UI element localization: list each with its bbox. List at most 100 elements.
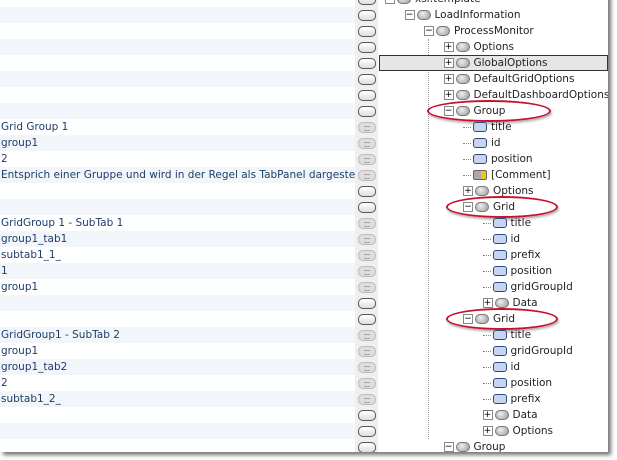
value-cell[interactable]: Entsprich einer Gruppe und wird in der R…	[0, 167, 355, 183]
expand-icon[interactable]: +	[463, 186, 473, 196]
tree-item[interactable]: prefix	[379, 391, 608, 407]
tree-item[interactable]: − xsl:template	[379, 0, 608, 7]
tree-item[interactable]: id	[379, 231, 608, 247]
tree-item[interactable]: + DefaultGridOptions	[379, 71, 608, 87]
value-cell[interactable]: subtab1_1_	[0, 247, 355, 263]
tree-item[interactable]: + Options	[379, 39, 608, 55]
tree-item[interactable]: position	[379, 151, 608, 167]
value-cell[interactable]: Grid Group 1	[0, 119, 355, 135]
tree-item[interactable]: id	[379, 135, 608, 151]
value-cell[interactable]	[0, 7, 355, 23]
expand-icon[interactable]: +	[443, 58, 454, 68]
value-cell[interactable]: subtab1_2_	[0, 391, 355, 407]
row-action-button[interactable]	[358, 378, 376, 389]
expand-icon[interactable]: +	[443, 90, 454, 100]
value-cell[interactable]	[0, 183, 355, 199]
tree-item[interactable]: [Comment]	[379, 167, 608, 183]
row-action-button[interactable]	[358, 234, 376, 245]
tree-connector	[482, 286, 491, 288]
row-action-button[interactable]	[358, 442, 376, 452]
value-cell[interactable]	[0, 199, 355, 215]
tree-item[interactable]: prefix	[379, 247, 608, 263]
expand-icon[interactable]: +	[482, 410, 493, 420]
value-cell[interactable]	[0, 439, 355, 452]
row-action-button[interactable]	[358, 26, 376, 37]
row-action-button[interactable]	[358, 74, 376, 85]
row-action-button[interactable]	[358, 314, 376, 325]
value-cell[interactable]: GridGroup1 - SubTab 2	[0, 327, 355, 343]
tree-item[interactable]: − ProcessMonitor	[379, 23, 608, 39]
row-action-button[interactable]	[358, 330, 376, 341]
row-action-button[interactable]	[358, 218, 376, 229]
tree-item[interactable]: id	[379, 359, 608, 375]
tree-item[interactable]: title	[379, 119, 608, 135]
value-cell[interactable]: 2	[0, 375, 355, 391]
collapse-icon[interactable]: −	[443, 442, 454, 452]
value-cell[interactable]: GridGroup 1 - SubTab 1	[0, 215, 355, 231]
tree-connector	[482, 366, 491, 368]
value-cell[interactable]	[0, 39, 355, 55]
tree-item[interactable]: + Data	[379, 407, 608, 423]
value-cell[interactable]	[0, 407, 355, 423]
tree-item[interactable]: − LoadInformation	[379, 7, 608, 23]
value-cell[interactable]	[0, 23, 355, 39]
row-action-button[interactable]	[358, 122, 376, 133]
tree-item[interactable]: title	[379, 215, 608, 231]
value-cell[interactable]: group1	[0, 343, 355, 359]
row-action-button[interactable]	[358, 138, 376, 149]
table-row: Grid Group 1 title	[0, 119, 608, 135]
row-action-button[interactable]	[358, 186, 376, 197]
row-action-button[interactable]	[358, 394, 376, 405]
collapse-icon[interactable]: −	[424, 26, 434, 36]
value-cell[interactable]	[0, 423, 355, 439]
value-cell[interactable]: group1	[0, 279, 355, 295]
row-action-button[interactable]	[358, 426, 376, 437]
row-action-button[interactable]	[358, 410, 376, 421]
expand-icon[interactable]: +	[482, 298, 493, 308]
value-cell[interactable]: group1_tab2	[0, 359, 355, 375]
value-cell[interactable]: 1	[0, 263, 355, 279]
collapse-icon[interactable]: −	[404, 10, 415, 20]
value-cell[interactable]	[0, 71, 355, 87]
row-action-button[interactable]	[358, 266, 376, 277]
value-cell[interactable]	[0, 87, 355, 103]
tree-item[interactable]: position	[379, 375, 608, 391]
value-cell[interactable]: group1_tab1	[0, 231, 355, 247]
element-icon	[494, 426, 509, 436]
value-cell[interactable]: 2	[0, 151, 355, 167]
row-action-button[interactable]	[358, 346, 376, 357]
row-action-button[interactable]	[358, 202, 376, 213]
expand-icon[interactable]: +	[443, 74, 454, 84]
tree-item[interactable]: + Options	[379, 423, 608, 439]
tree-item[interactable]: + GlobalOptions	[379, 55, 608, 71]
value-cell[interactable]	[0, 55, 355, 71]
tree-item[interactable]: title	[379, 327, 608, 343]
row-action-button[interactable]	[358, 250, 376, 261]
tree-item[interactable]: gridGroupId	[379, 343, 608, 359]
value-cell[interactable]: group1	[0, 135, 355, 151]
collapse-icon[interactable]: −	[385, 0, 395, 4]
row-action-button[interactable]	[358, 90, 376, 101]
node-label: position	[510, 265, 553, 277]
value-cell[interactable]	[0, 103, 355, 119]
table-row: group1 id	[0, 135, 608, 151]
expand-icon[interactable]: +	[443, 42, 454, 52]
row-action-button[interactable]	[358, 10, 376, 21]
value-cell[interactable]	[0, 311, 355, 327]
expand-icon[interactable]: +	[482, 426, 493, 436]
element-icon	[494, 410, 509, 420]
row-action-button[interactable]	[358, 58, 376, 69]
row-action-button[interactable]	[358, 170, 376, 181]
row-action-button[interactable]	[358, 154, 376, 165]
row-action-button[interactable]	[358, 298, 376, 309]
tree-item[interactable]: position	[379, 263, 608, 279]
row-action-button[interactable]	[358, 282, 376, 293]
tree-item[interactable]: gridGroupId	[379, 279, 608, 295]
row-action-button[interactable]	[358, 0, 376, 5]
value-cell[interactable]	[0, 295, 355, 311]
tree-item[interactable]: − Group	[379, 439, 608, 452]
row-action-button[interactable]	[358, 106, 376, 117]
value-cell[interactable]	[0, 0, 355, 7]
row-action-button[interactable]	[358, 362, 376, 373]
row-action-button[interactable]	[358, 42, 376, 53]
